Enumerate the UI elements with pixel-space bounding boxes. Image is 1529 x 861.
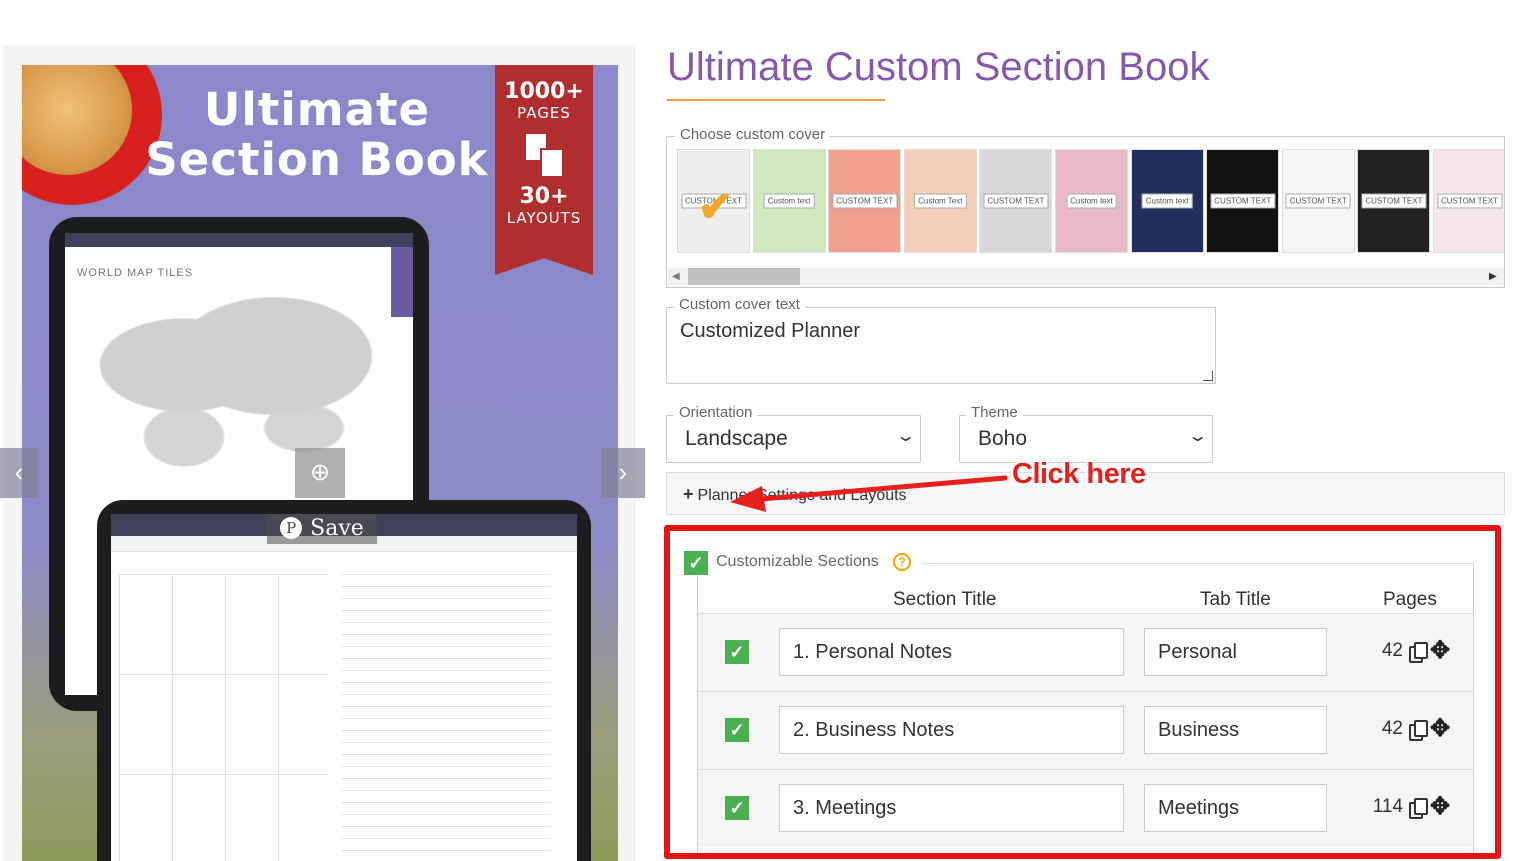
- annotation-arrow: [730, 475, 1008, 512]
- notes-lines: [341, 574, 551, 861]
- product-title: Ultimate Custom Section Book: [667, 45, 1210, 89]
- tablet-front: [97, 500, 591, 861]
- chevron-down-icon: ⌄: [894, 428, 917, 445]
- resize-handle-icon[interactable]: [1203, 371, 1213, 381]
- chevron-left-icon: ‹: [14, 457, 24, 487]
- cover-option[interactable]: Custom text: [1130, 149, 1204, 253]
- highlight-frame: [664, 525, 1501, 859]
- theme-value: Boho: [978, 427, 1028, 450]
- cover-list: CUSTOM TEXT ✔ Custom text CUSTOM TEXT Custom…: [677, 149, 1504, 253]
- badge-pages-label: PAGES: [517, 104, 571, 122]
- theme-legend: Theme: [966, 404, 1023, 421]
- pinterest-save-button[interactable]: P Save: [267, 514, 377, 544]
- cover-option[interactable]: CUSTOM TEXT: [1433, 149, 1504, 253]
- scroll-left-icon[interactable]: ◀: [672, 268, 680, 285]
- cover-text-legend: Custom cover text: [674, 296, 805, 313]
- title-underline: [667, 99, 885, 101]
- badge-layouts-label: LAYOUTS: [506, 209, 582, 227]
- cover-option-label: Custom text: [763, 193, 815, 209]
- theme-select[interactable]: Boho ⌄: [959, 415, 1213, 463]
- library-grid: [119, 574, 329, 861]
- tablet-front-screen: [111, 514, 577, 861]
- badge-layouts-count: 30+: [519, 184, 569, 209]
- cover-option[interactable]: CUSTOM TEXT: [1281, 149, 1355, 253]
- cover-option-label: Custom Text: [914, 193, 967, 209]
- cover-option-label: CUSTOM TEXT: [1285, 193, 1351, 209]
- pinterest-icon: P: [280, 517, 303, 539]
- cover-option[interactable]: CUSTOM TEXT: [1357, 149, 1431, 253]
- orientation-value: Landscape: [685, 427, 788, 450]
- cover-scroll-thumb[interactable]: [688, 268, 800, 285]
- gallery-prev-button[interactable]: ‹: [0, 448, 38, 498]
- cover-option[interactable]: CUSTOM TEXT ✔: [677, 149, 750, 253]
- chevron-right-icon: ›: [618, 457, 628, 487]
- badge-ribbon: 1000+ PAGES 30+ LAYOUTS: [495, 65, 593, 275]
- orientation-select[interactable]: Landscape ⌄: [666, 415, 921, 463]
- orientation-legend: Orientation: [674, 404, 758, 421]
- world-map-image: [79, 293, 379, 473]
- screen-page-label: WORLD MAP TILES: [77, 267, 194, 279]
- cover-text-input[interactable]: Customized Planner: [666, 307, 1216, 384]
- cover-option-label: CUSTOM TEXT: [1436, 193, 1503, 209]
- coffee-cup-decoration: [22, 65, 162, 205]
- cover-legend: Choose custom cover: [675, 126, 831, 143]
- hero-title: Ultimate Section Book: [145, 83, 489, 186]
- zoom-button[interactable]: ⊕: [295, 448, 345, 498]
- cover-option[interactable]: CUSTOM TEXT: [979, 149, 1053, 253]
- cover-option-label: CUSTOM TEXT: [983, 193, 1049, 209]
- cover-option-label: CUSTOM TEXT: [832, 193, 898, 209]
- plus-icon: +: [683, 484, 694, 504]
- cover-option-label: CUSTOM TEXT: [1210, 193, 1276, 209]
- cover-option[interactable]: Custom text: [752, 149, 826, 253]
- page: Ultimate Section Book 1000+ PAGES 30+ LA…: [0, 0, 1529, 861]
- cover-option[interactable]: CUSTOM TEXT: [828, 149, 902, 253]
- copy-pages-icon: [524, 132, 564, 178]
- chevron-down-icon: ⌄: [1186, 428, 1209, 445]
- zoom-icon: ⊕: [309, 459, 331, 486]
- cover-option-label: CUSTOM TEXT: [1361, 193, 1427, 209]
- cover-option[interactable]: Custom text: [1055, 149, 1128, 253]
- side-tabs: [391, 247, 413, 317]
- cover-option-label: Custom text: [1066, 193, 1117, 209]
- selected-check-icon: ✔: [698, 183, 734, 230]
- scroll-right-icon[interactable]: ▶: [1489, 268, 1497, 285]
- tablet-toolbar: [65, 233, 413, 247]
- gallery-next-button[interactable]: ›: [601, 448, 645, 498]
- cover-option[interactable]: Custom Text: [903, 149, 977, 253]
- cover-option[interactable]: CUSTOM TEXT: [1206, 149, 1280, 253]
- badge-pages-count: 1000+: [504, 79, 584, 104]
- save-label: Save: [310, 516, 364, 541]
- click-here-annotation: Click here: [1012, 458, 1146, 490]
- cover-option-label: Custom text: [1141, 193, 1193, 209]
